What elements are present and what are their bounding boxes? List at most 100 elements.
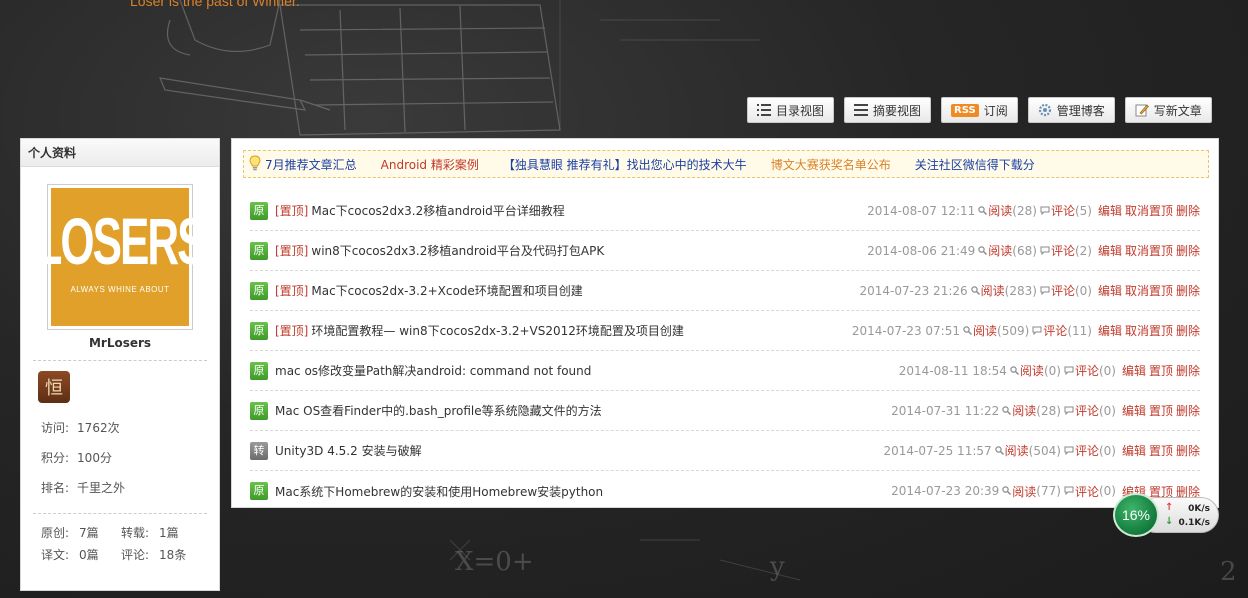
memory-usage-percent: 16% <box>1113 493 1159 537</box>
article-action-link[interactable]: 取消置顶 <box>1125 202 1173 219</box>
count-value: 0篇 <box>79 548 99 562</box>
rss-subscribe-button[interactable]: RSS 订阅 <box>941 97 1018 123</box>
counts-row: 原创: 7篇 转载: 1篇 <box>41 522 219 544</box>
notice-link-recommend[interactable]: 【独具慧眼 推荐有礼】找出您心中的技术大牛 <box>503 156 747 173</box>
article-action-link[interactable]: 删除 <box>1176 242 1200 259</box>
article-meta: 2014-07-23 07:51 阅读 (509) 评论 (11) 编辑 取消置顶… <box>852 322 1200 339</box>
article-title-link[interactable]: Mac OS查看Finder中的.bash_profile等系统隐藏文件的方法 <box>275 402 602 419</box>
avatar-logo-text: LOSERS <box>35 205 207 279</box>
notice-link-wechat[interactable]: 关注社区微信得下载分 <box>915 156 1035 173</box>
article-title-link[interactable]: mac os修改变量Path解决android: command not fou… <box>275 362 591 379</box>
avatar-frame[interactable]: LOSERS ALWAYS WHINE ABOUT <box>36 184 206 330</box>
article-action-link[interactable]: 编辑 <box>1098 322 1122 339</box>
username-link[interactable]: MrLosers <box>21 336 219 350</box>
article-action-link[interactable]: 删除 <box>1176 322 1200 339</box>
article-action-link[interactable]: 置顶 <box>1149 362 1173 379</box>
article-action-link[interactable]: 编辑 <box>1098 282 1122 299</box>
blog-toolbar: 目录视图 摘要视图 RSS 订阅 管理博客 写新文章 <box>747 97 1212 123</box>
magnifier-icon <box>963 324 972 338</box>
comment-count-label[interactable]: 评论 <box>1051 202 1075 219</box>
read-count-label[interactable]: 阅读 <box>981 282 1005 299</box>
write-article-button[interactable]: 写新文章 <box>1124 97 1212 123</box>
article-type-badge: 原 <box>250 201 268 220</box>
article-date: 2014-07-23 21:26 <box>859 283 968 298</box>
upload-speed: 0K/s <box>1188 504 1210 514</box>
comment-count-label[interactable]: 评论 <box>1051 242 1075 259</box>
article-row: 转 Unity3D 4.5.2 安装与破解 2014-07-25 11:57 阅… <box>250 431 1200 471</box>
notice-link-contest[interactable]: 博文大赛获奖名单公布 <box>771 156 891 173</box>
read-count: (28) <box>1012 203 1037 218</box>
article-action-link[interactable]: 置顶 <box>1149 402 1173 419</box>
count-value: 1篇 <box>159 526 179 540</box>
blog-slogan: Loser is the past of Winner. <box>130 0 300 9</box>
notice-link-monthly-picks[interactable]: 7月推荐文章汇总 <box>265 156 357 173</box>
article-row: 原 [置顶] win8下cocos2dx3.2移植android平台及代码打包A… <box>250 231 1200 271</box>
article-action-link[interactable]: 删除 <box>1176 282 1200 299</box>
comment-count-label[interactable]: 评论 <box>1075 402 1099 419</box>
comment-bubble-icon <box>1064 404 1074 418</box>
read-count-label[interactable]: 阅读 <box>1012 402 1036 419</box>
network-speed-widget[interactable]: ↑ 0K/s ↓ 0.1K/s 16% <box>1113 493 1219 537</box>
article-list-panel: 7月推荐文章汇总 Android 精彩案例 【独具慧眼 推荐有礼】找出您心中的技… <box>231 138 1219 508</box>
avatar: LOSERS ALWAYS WHINE ABOUT <box>36 188 206 326</box>
download-speed: 0.1K/s <box>1178 518 1210 528</box>
article-action-link[interactable]: 删除 <box>1176 362 1200 379</box>
article-action-link[interactable]: 编辑 <box>1122 362 1146 379</box>
comment-count-label[interactable]: 评论 <box>1075 442 1099 459</box>
divider <box>33 360 207 361</box>
article-title-link[interactable]: Mac下cocos2dx3.2移植android平台详细教程 <box>311 202 564 219</box>
article-meta: 2014-07-25 11:57 阅读 (504) 评论 (0) 编辑 置顶 删除 <box>884 442 1201 459</box>
article-counts: 原创: 7篇 转载: 1篇 译文: 0篇 评论: 18条 <box>21 514 219 566</box>
read-count-label[interactable]: 阅读 <box>1020 362 1044 379</box>
article-title-link[interactable]: win8下cocos2dx3.2移植android平台及代码打包APK <box>311 242 604 259</box>
article-title-link[interactable]: 环境配置教程— win8下cocos2dx-3.2+VS2012环境配置及项目创… <box>311 322 684 339</box>
comment-count: (0) <box>1098 363 1116 378</box>
comment-bubble-icon <box>1064 364 1074 378</box>
article-action-link[interactable]: 置顶 <box>1149 442 1173 459</box>
comment-count-label[interactable]: 评论 <box>1051 282 1075 299</box>
comment-bubble-icon <box>1064 444 1074 458</box>
read-count-label[interactable]: 阅读 <box>988 202 1012 219</box>
article-action-link[interactable]: 编辑 <box>1122 442 1146 459</box>
count-value: 18条 <box>159 548 187 562</box>
article-action-link[interactable]: 删除 <box>1176 202 1200 219</box>
article-action-link[interactable]: 取消置顶 <box>1125 322 1173 339</box>
article-action-link[interactable]: 取消置顶 <box>1125 242 1173 259</box>
count-translation: 译文: 0篇 <box>41 544 121 566</box>
upload-arrow-icon: ↑ <box>1165 502 1174 513</box>
stats-list: 访问: 1762次 积分: 100分 排名: 千里之外 <box>21 403 219 503</box>
catalog-view-button[interactable]: 目录视图 <box>747 97 835 123</box>
manage-blog-button[interactable]: 管理博客 <box>1027 97 1115 123</box>
article-row: 原 Mac OS查看Finder中的.bash_profile等系统隐藏文件的方… <box>250 391 1200 431</box>
edit-icon <box>1135 103 1149 117</box>
comment-count-label[interactable]: 评论 <box>1043 322 1067 339</box>
comment-count-label[interactable]: 评论 <box>1075 483 1099 500</box>
notice-link-android-cases[interactable]: Android 精彩案例 <box>381 156 479 173</box>
read-count-label[interactable]: 阅读 <box>988 242 1012 259</box>
read-count: (0) <box>1043 363 1061 378</box>
read-count-label[interactable]: 阅读 <box>1012 483 1036 500</box>
medal-badge-icon[interactable]: 恒 <box>38 371 70 403</box>
article-action-link[interactable]: 删除 <box>1176 402 1200 419</box>
summary-view-button[interactable]: 摘要视图 <box>844 97 932 123</box>
pinned-tag: [置顶] <box>275 284 309 298</box>
article-meta: 2014-07-23 21:26 阅读 (283) 评论 (0) 编辑 取消置顶删… <box>860 282 1201 299</box>
read-count: (504) <box>1028 443 1061 458</box>
article-action-link[interactable]: 删除 <box>1176 442 1200 459</box>
article-title-link[interactable]: Mac下cocos2dx-3.2+Xcode环境配置和项目创建 <box>311 282 582 299</box>
comment-bubble-icon <box>1040 204 1050 218</box>
svg-text:X=0+: X=0+ <box>455 547 534 577</box>
article-action-link[interactable]: 编辑 <box>1122 402 1146 419</box>
article-action-link[interactable]: 编辑 <box>1098 202 1122 219</box>
article-title-link[interactable]: Unity3D 4.5.2 安装与破解 <box>275 442 422 459</box>
comment-count-label[interactable]: 评论 <box>1075 362 1099 379</box>
article-action-link[interactable]: 编辑 <box>1098 242 1122 259</box>
article-type-badge: 原 <box>250 281 268 300</box>
article-title-link[interactable]: Mac系统下Homebrew的安装和使用Homebrew安装python <box>275 483 603 500</box>
read-count-label[interactable]: 阅读 <box>973 322 997 339</box>
magnifier-icon <box>1002 484 1012 498</box>
article-row: 原 Mac系统下Homebrew的安装和使用Homebrew安装python 2… <box>250 471 1200 511</box>
read-count: (28) <box>1036 403 1061 418</box>
read-count-label[interactable]: 阅读 <box>1005 442 1029 459</box>
article-action-link[interactable]: 取消置顶 <box>1125 282 1173 299</box>
